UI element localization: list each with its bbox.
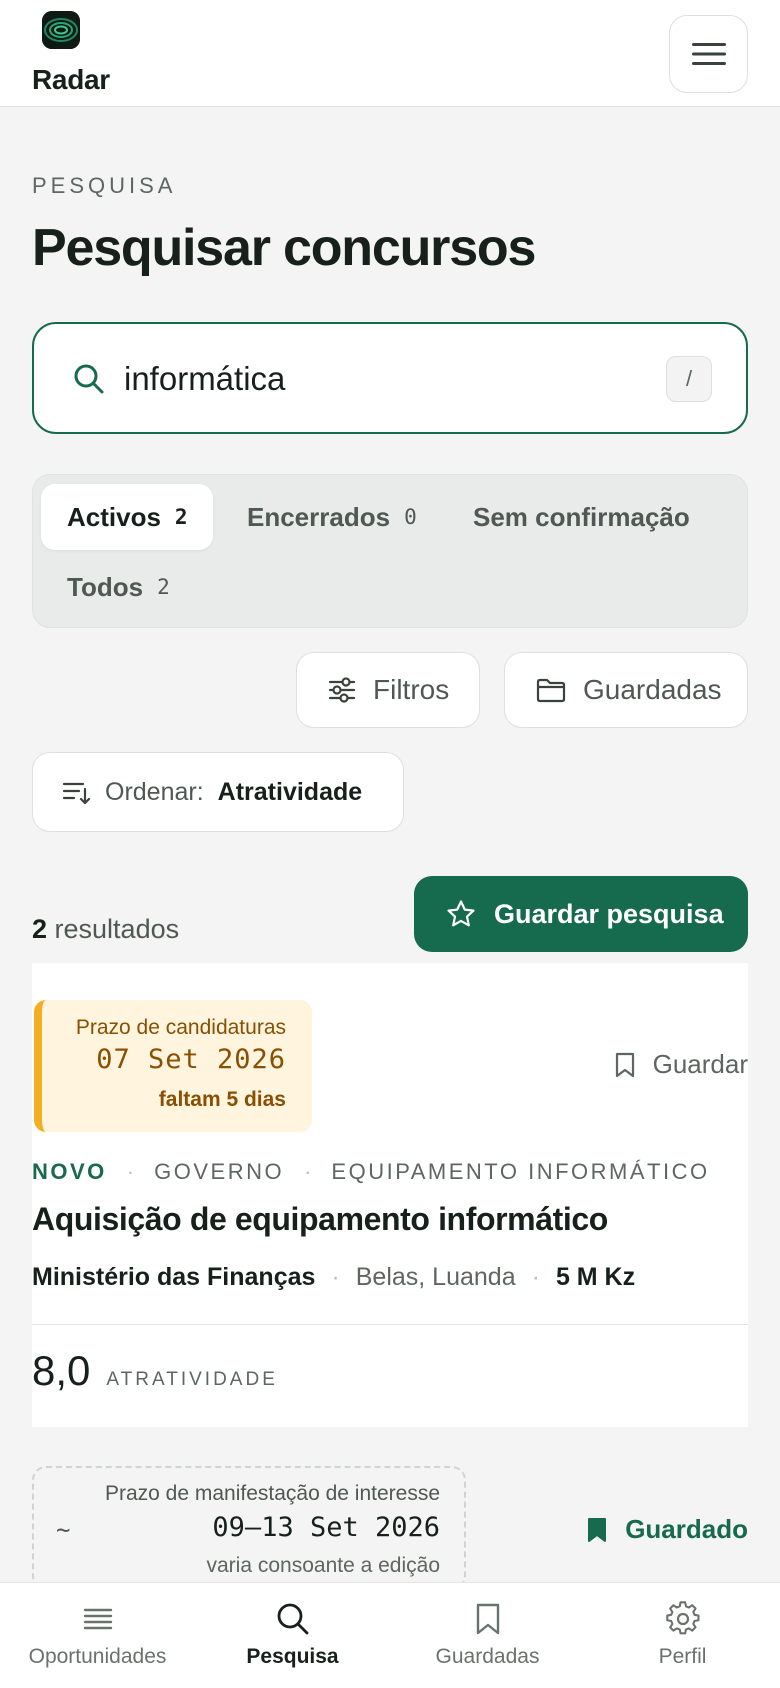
bookmark-outline-icon [615, 1052, 634, 1077]
meta-separator: · [531, 1263, 540, 1291]
nav-guardadas[interactable]: Guardadas [390, 1583, 585, 1688]
brand-name: Radar [32, 64, 110, 95]
tab-sem-confirmacao[interactable]: Sem confirmação [473, 484, 713, 550]
sort-icon [62, 782, 91, 805]
search-shortcut-hint: / [666, 356, 712, 402]
nav-label: Oportunidades [28, 1645, 167, 1668]
card-divider [32, 1324, 748, 1325]
deadline-date: 09–13 Set 2026 [212, 1512, 440, 1543]
nav-oportunidades[interactable]: Oportunidades [0, 1583, 195, 1688]
gear-icon [665, 1601, 699, 1635]
nav-label: Guardadas [435, 1645, 540, 1668]
nav-pesquisa[interactable]: Pesquisa [195, 1583, 390, 1688]
tab-label: Activos [67, 501, 161, 532]
results-suffix: resultados [47, 914, 180, 944]
saved-searches-label: Guardadas [583, 674, 722, 705]
tag-separator: · [304, 1159, 312, 1184]
radar-logo-icon[interactable] [42, 11, 80, 49]
nav-label: Pesquisa [246, 1645, 339, 1668]
meta-separator: · [331, 1263, 340, 1291]
saved-searches-button[interactable]: Guardadas [504, 652, 748, 728]
tag-sector: GOVERNO [154, 1159, 285, 1184]
hamburger-menu-icon [691, 43, 726, 65]
deadline-date: 07 Set 2026 [96, 1044, 286, 1075]
tab-label: Todos [67, 571, 144, 602]
card-title[interactable]: Aquisição de equipamento informático [32, 1201, 608, 1238]
deadline-badge: Prazo de candidaturas 07 Set 2026 faltam… [34, 1000, 312, 1132]
deadline-note: varia consoante a edição [206, 1554, 441, 1577]
results-number: 2 [32, 914, 48, 944]
results-count: 2 resultados [32, 914, 179, 945]
list-icon [83, 1608, 112, 1630]
tab-todos[interactable]: Todos 2 [67, 554, 207, 620]
card-value: 5 M Kz [555, 1263, 636, 1291]
attractiveness-score: 8,0 ATRATIVIDADE [32, 1347, 278, 1395]
deadline-badge: ~ Prazo de manifestação de interesse 09–… [32, 1466, 466, 1590]
folder-icon [536, 678, 566, 703]
menu-button[interactable] [669, 15, 748, 93]
save-search-label: Guardar pesquisa [494, 898, 724, 929]
deadline-label: Prazo de candidaturas [75, 1016, 286, 1039]
bookmark-icon [476, 1603, 499, 1635]
star-icon [447, 900, 475, 927]
score-label: ATRATIVIDADE [106, 1369, 278, 1390]
filters-button[interactable]: Filtros [296, 652, 480, 728]
page-title: Pesquisar concursos [32, 219, 536, 277]
card-location: Belas, Luanda [355, 1263, 516, 1291]
sliders-icon [328, 677, 356, 703]
card-organization: Ministério das Finanças [32, 1263, 316, 1291]
app-header: Radar [0, 0, 780, 107]
tag-category: EQUIPAMENTO INFORMÁTICO [331, 1159, 710, 1184]
status-tabs: Activos 2 Encerrados 0 Sem confirmação T… [32, 474, 748, 628]
page-eyebrow: PESQUISA [32, 173, 177, 198]
search-input[interactable] [124, 350, 624, 408]
tag-new: NOVO [32, 1159, 107, 1184]
tab-count: 2 [157, 575, 170, 599]
card-meta: Ministério das Finanças · Belas, Luanda … [32, 1263, 635, 1292]
bookmark-label: Guardado [625, 1514, 748, 1544]
tag-separator: · [126, 1159, 135, 1184]
tab-count: 2 [174, 505, 188, 529]
sort-value: Atratividade [217, 777, 363, 806]
deadline-approx-marker: ~ [56, 1516, 71, 1544]
tab-encerrados[interactable]: Encerrados 0 [247, 484, 437, 550]
search-box[interactable]: / [32, 322, 748, 434]
nav-perfil[interactable]: Perfil [585, 1583, 780, 1688]
score-value: 8,0 [32, 1347, 91, 1394]
deadline-remaining: faltam 5 dias [158, 1088, 286, 1111]
sort-prefix: Ordenar: [105, 777, 204, 806]
search-icon [74, 364, 104, 394]
bookmark-button[interactable]: Guardar [613, 1049, 748, 1080]
deadline-label: Prazo de manifestação de interesse [104, 1482, 440, 1505]
bookmark-button[interactable]: Guardado [585, 1514, 748, 1545]
tab-label: Encerrados [247, 501, 391, 532]
nav-label: Perfil [658, 1645, 707, 1668]
tab-label: Sem confirmação [473, 501, 690, 532]
bookmark-label: Guardar [652, 1049, 748, 1079]
card-tags: NOVO · GOVERNO · EQUIPAMENTO INFORMÁTICO [32, 1159, 710, 1185]
search-icon [277, 1603, 308, 1635]
tab-activos[interactable]: Activos 2 [41, 484, 213, 550]
bookmark-filled-icon [588, 1517, 607, 1542]
sort-button[interactable]: Ordenar: Atratividade [32, 752, 404, 832]
result-card[interactable]: ~ Prazo de manifestação de interesse 09–… [32, 1466, 748, 1590]
result-card[interactable]: Prazo de candidaturas 07 Set 2026 faltam… [32, 963, 748, 1427]
filters-label: Filtros [373, 674, 450, 705]
bottom-nav: Oportunidades Pesquisa Guardadas Perfil [0, 1582, 780, 1688]
save-search-button[interactable]: Guardar pesquisa [414, 876, 748, 952]
tab-count: 0 [404, 505, 417, 529]
